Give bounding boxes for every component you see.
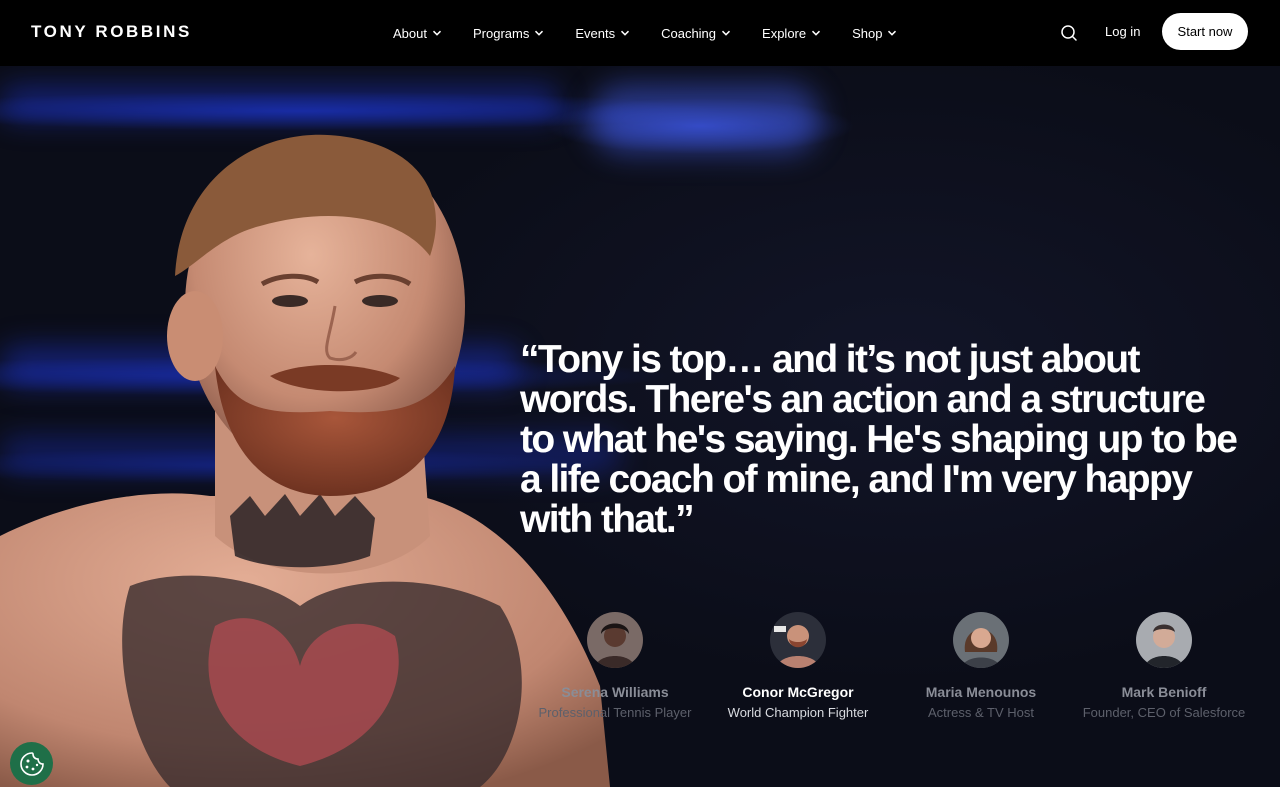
- testimonial-name: Conor McGregor: [742, 684, 854, 700]
- nav-item-programs[interactable]: Programs: [473, 26, 544, 41]
- testimonial-conor-mcgregor[interactable]: Conor McGregor World Champion Fighter: [698, 612, 898, 720]
- search-icon[interactable]: [1060, 24, 1078, 42]
- start-now-button[interactable]: Start now: [1162, 13, 1248, 50]
- nav-item-label: Events: [575, 25, 616, 41]
- logo[interactable]: TONY ROBBINS: [31, 22, 192, 42]
- chevron-down-icon: [432, 30, 442, 36]
- nav-item-label: Shop: [852, 25, 883, 41]
- testimonial-role: Actress & TV Host: [928, 705, 1034, 720]
- nav-item-events[interactable]: Events: [575, 26, 630, 41]
- nav-item-shop[interactable]: Shop: [852, 26, 897, 41]
- testimonial-quote: “Tony is top… and it’s not just about wo…: [520, 338, 1238, 541]
- nav-item-label: Explore: [762, 25, 807, 41]
- testimonial-name: Mark Benioff: [1121, 684, 1207, 700]
- avatar: [953, 612, 1009, 668]
- testimonial-role: Professional Tennis Player: [538, 705, 692, 720]
- testimonial-mark-benioff[interactable]: Mark Benioff Founder, CEO of Salesforce: [1064, 612, 1264, 720]
- login-link[interactable]: Log in: [1105, 24, 1140, 39]
- avatar: [770, 612, 826, 668]
- testimonial-role: World Champion Fighter: [727, 705, 869, 720]
- nav-item-label: Programs: [472, 25, 530, 41]
- chevron-down-icon: [812, 30, 821, 36]
- cookie-settings-button[interactable]: [10, 742, 53, 785]
- main-nav: About Programs Events Coaching Explore S…: [393, 0, 928, 66]
- nav-item-about[interactable]: About: [393, 26, 442, 41]
- chevron-down-icon: [722, 30, 731, 36]
- avatar: [587, 612, 643, 668]
- testimonial-role: Founder, CEO of Salesforce: [1082, 705, 1246, 720]
- chevron-down-icon: [535, 30, 544, 36]
- nav-item-explore[interactable]: Explore: [762, 26, 821, 41]
- testimonial-name: Serena Williams: [561, 684, 669, 700]
- nav-item-label: Coaching: [661, 25, 717, 41]
- cookie-icon: [19, 751, 44, 776]
- chevron-down-icon: [621, 30, 630, 36]
- avatar: [1136, 612, 1192, 668]
- testimonial-serena-williams[interactable]: Serena Williams Professional Tennis Play…: [515, 612, 715, 720]
- stage-light: [590, 84, 820, 154]
- testimonial-maria-menounos[interactable]: Maria Menounos Actress & TV Host: [881, 612, 1081, 720]
- chevron-down-icon: [888, 30, 897, 36]
- nav-item-coaching[interactable]: Coaching: [661, 26, 731, 41]
- nav-item-label: About: [393, 25, 427, 41]
- page: TONY ROBBINS About Programs Events Coach…: [0, 0, 1280, 787]
- site-header: TONY ROBBINS About Programs Events Coach…: [0, 0, 1280, 66]
- testimonial-name: Maria Menounos: [925, 684, 1037, 700]
